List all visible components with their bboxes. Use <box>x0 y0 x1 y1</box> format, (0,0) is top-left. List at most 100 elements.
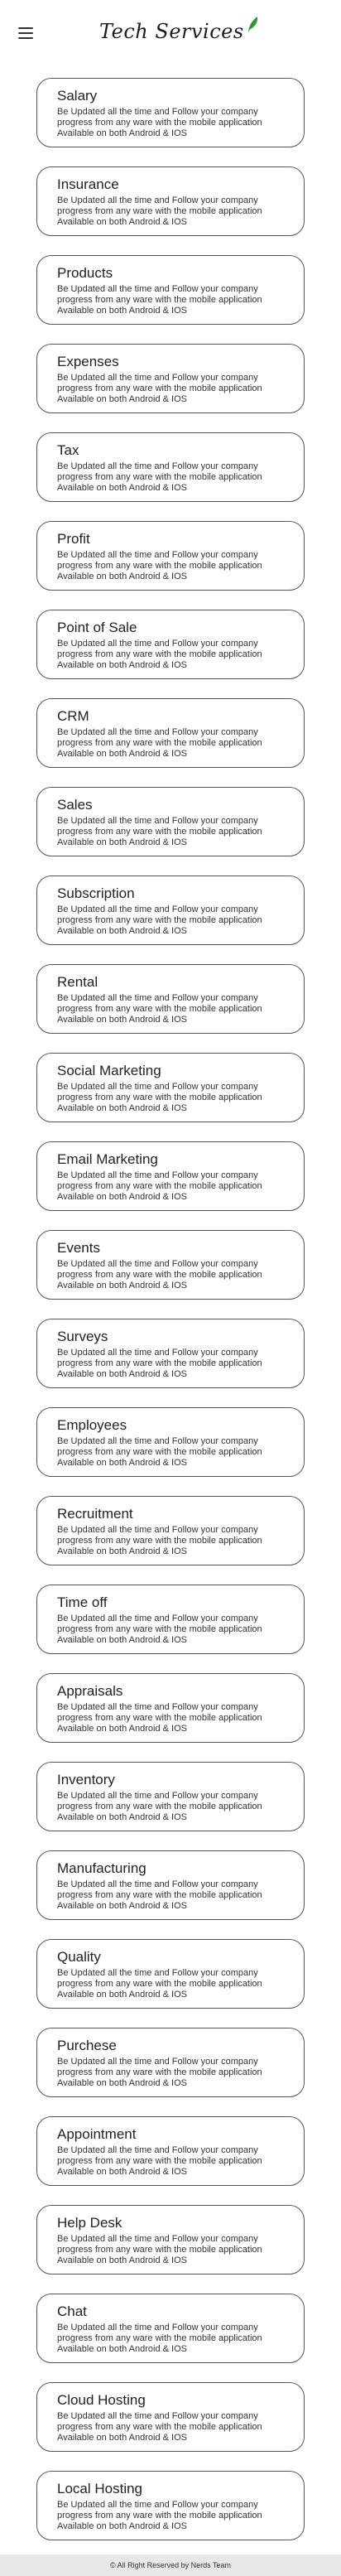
service-card-title: Purchese <box>57 2038 117 2053</box>
service-card[interactable]: Manufacturing Be Updated all the time and… <box>36 1850 305 1920</box>
brand-logo[interactable]: Tech Services <box>99 15 259 48</box>
service-card[interactable]: Events Be Updated all the time and Follow… <box>36 1230 305 1300</box>
service-card-description: Be Updated all the time and Follow your … <box>57 2323 284 2355</box>
service-card-description-line: Be Updated all the time and Follow your … <box>57 1702 258 1712</box>
service-card-description: Be Updated all the time and Follow your … <box>57 1436 284 1469</box>
service-card-description-line: progress from any ware with the mobile a… <box>57 1004 262 1014</box>
service-card-title: Point of Sale <box>57 620 137 635</box>
service-card-description-line: Be Updated all the time and Follow your … <box>57 2145 258 2155</box>
hamburger-menu-icon[interactable] <box>18 27 33 39</box>
service-card-description-line: Be Updated all the time and Follow your … <box>57 107 258 117</box>
service-card[interactable]: Chat Be Updated all the time and Follow y… <box>36 2294 305 2363</box>
service-card-description-line: Available on both Android & IOS <box>57 1369 187 1379</box>
service-card-description-line: Be Updated all the time and Follow your … <box>57 727 258 737</box>
service-card-description-line: Available on both Android & IOS <box>57 1015 187 1025</box>
service-card[interactable]: Rental Be Updated all the time and Follow… <box>36 964 305 1034</box>
service-card-description-line: Available on both Android & IOS <box>57 660 187 670</box>
copyright-text: © All Right Reserved by Nerds Team <box>109 2561 232 2569</box>
service-card-description-line: progress from any ware with the mobile a… <box>57 2067 262 2077</box>
service-card-description-line: Be Updated all the time and Follow your … <box>57 1525 258 1535</box>
service-card-description-line: Be Updated all the time and Follow your … <box>57 2057 258 2067</box>
service-card-title: Subscription <box>57 885 135 901</box>
leaf-icon <box>247 17 257 32</box>
service-card[interactable]: Surveys Be Updated all the time and Follo… <box>36 1319 305 1388</box>
service-card[interactable]: Purchese Be Updated all the time and Foll… <box>36 2028 305 2097</box>
service-card[interactable]: Point of Sale Be Updated all the time and… <box>36 610 305 679</box>
service-card-title: Quality <box>57 1949 101 1965</box>
service-card[interactable]: Local Hosting Be Updated all the time and… <box>36 2471 305 2540</box>
service-card-description-line: Be Updated all the time and Follow your … <box>57 461 258 471</box>
service-card-description-line: Be Updated all the time and Follow your … <box>57 904 258 914</box>
service-card[interactable]: Quality Be Updated all the time and Follo… <box>36 1939 305 2009</box>
service-card-title: Employees <box>57 1417 127 1433</box>
service-card[interactable]: Products Be Updated all the time and Foll… <box>36 255 305 325</box>
service-card[interactable]: Social Marketing Be Updated all the time … <box>36 1053 305 1122</box>
service-card-description: Be Updated all the time and Follow your … <box>57 727 284 760</box>
service-card[interactable]: Tax Be Updated all the time and Follow yo… <box>36 432 305 502</box>
service-card[interactable]: Time off Be Updated all the time and Foll… <box>36 1585 305 1654</box>
service-card[interactable]: Help Desk Be Updated all the time and Fol… <box>36 2205 305 2275</box>
service-card[interactable]: Appraisals Be Updated all the time and Fo… <box>36 1673 305 1743</box>
service-card-description-line: Available on both Android & IOS <box>57 1546 187 1556</box>
service-card-description-line: Be Updated all the time and Follow your … <box>57 1791 258 1801</box>
service-card-description: Be Updated all the time and Follow your … <box>57 1791 284 1823</box>
service-card-description-line: progress from any ware with the mobile a… <box>57 2422 262 2432</box>
service-card-description: Be Updated all the time and Follow your … <box>57 904 284 937</box>
service-card-description: Be Updated all the time and Follow your … <box>57 1525 284 1557</box>
service-card[interactable]: Employees Be Updated all the time and Fol… <box>36 1407 305 1477</box>
service-card[interactable]: Email Marketing Be Updated all the time a… <box>36 1141 305 1211</box>
service-card-description-line: Available on both Android & IOS <box>57 926 187 936</box>
service-card-title: Email Marketing <box>57 1151 158 1167</box>
service-card-description-line: progress from any ware with the mobile a… <box>57 2245 262 2255</box>
service-card-description-line: progress from any ware with the mobile a… <box>57 472 262 482</box>
service-card-description-line: Be Updated all the time and Follow your … <box>57 1348 258 1358</box>
service-card-description-line: Available on both Android & IOS <box>57 2078 187 2088</box>
service-card-description-line: Be Updated all the time and Follow your … <box>57 284 258 294</box>
service-card[interactable]: Cloud Hosting Be Updated all the time and… <box>36 2382 305 2452</box>
service-card[interactable]: Recruitment Be Updated all the time and F… <box>36 1496 305 1565</box>
service-card-title: CRM <box>57 708 89 724</box>
service-card-description-line: progress from any ware with the mobile a… <box>57 738 262 748</box>
service-card-description: Be Updated all the time and Follow your … <box>57 1170 284 1203</box>
service-card-description-line: Available on both Android & IOS <box>57 572 187 581</box>
service-card-description-line: Available on both Android & IOS <box>57 1990 187 2000</box>
menu-bar <box>18 27 33 29</box>
service-card-description: Be Updated all the time and Follow your … <box>57 195 284 228</box>
service-card-description: Be Updated all the time and Follow your … <box>57 2500 284 2532</box>
app-title: Tech Services <box>99 20 244 43</box>
service-card-description: Be Updated all the time and Follow your … <box>57 461 284 494</box>
service-card-title: Profit <box>57 531 90 547</box>
service-card-description-line: progress from any ware with the mobile a… <box>57 1624 262 1634</box>
service-card-description-line: progress from any ware with the mobile a… <box>57 1270 262 1280</box>
service-card-title: Sales <box>57 797 93 813</box>
service-card-description-line: progress from any ware with the mobile a… <box>57 2511 262 2521</box>
service-card-description-line: Be Updated all the time and Follow your … <box>57 2411 258 2421</box>
service-card-description: Be Updated all the time and Follow your … <box>57 1259 284 1291</box>
service-card-description-line: progress from any ware with the mobile a… <box>57 295 262 305</box>
service-card-description-line: progress from any ware with the mobile a… <box>57 1979 262 1989</box>
service-card[interactable]: Subscription Be Updated all the time and … <box>36 876 305 945</box>
service-card-description-line: Be Updated all the time and Follow your … <box>57 639 258 649</box>
service-card-description-line: Available on both Android & IOS <box>57 2433 187 2443</box>
service-card[interactable]: CRM Be Updated all the time and Follow yo… <box>36 698 305 768</box>
service-card[interactable]: Appointment Be Updated all the time and F… <box>36 2116 305 2186</box>
service-card-description-line: Available on both Android & IOS <box>57 1281 187 1290</box>
service-card-title: Insurance <box>57 176 119 192</box>
service-card-title: Social Marketing <box>57 1063 161 1078</box>
service-card-description-line: Available on both Android & IOS <box>57 306 187 316</box>
service-card-description-line: Available on both Android & IOS <box>57 1635 187 1645</box>
service-card-description-line: Be Updated all the time and Follow your … <box>57 1879 258 1889</box>
service-card-description: Be Updated all the time and Follow your … <box>57 1082 284 1114</box>
service-card-description-line: Available on both Android & IOS <box>57 2167 187 2177</box>
service-card[interactable]: Inventory Be Updated all the time and Fol… <box>36 1762 305 1831</box>
service-card-title: Manufacturing <box>57 1860 146 1876</box>
service-card-description-line: Be Updated all the time and Follow your … <box>57 1259 258 1269</box>
service-card[interactable]: Profit Be Updated all the time and Follow… <box>36 521 305 591</box>
menu-bar <box>18 32 33 34</box>
service-card[interactable]: Insurance Be Updated all the time and Fol… <box>36 166 305 236</box>
service-card-description-line: Be Updated all the time and Follow your … <box>57 2500 258 2510</box>
service-card[interactable]: Expenses Be Updated all the time and Foll… <box>36 344 305 413</box>
service-card-description-line: Available on both Android & IOS <box>57 483 187 493</box>
service-card[interactable]: Salary Be Updated all the time and Follow… <box>36 78 305 147</box>
service-card[interactable]: Sales Be Updated all the time and Follow … <box>36 787 305 856</box>
